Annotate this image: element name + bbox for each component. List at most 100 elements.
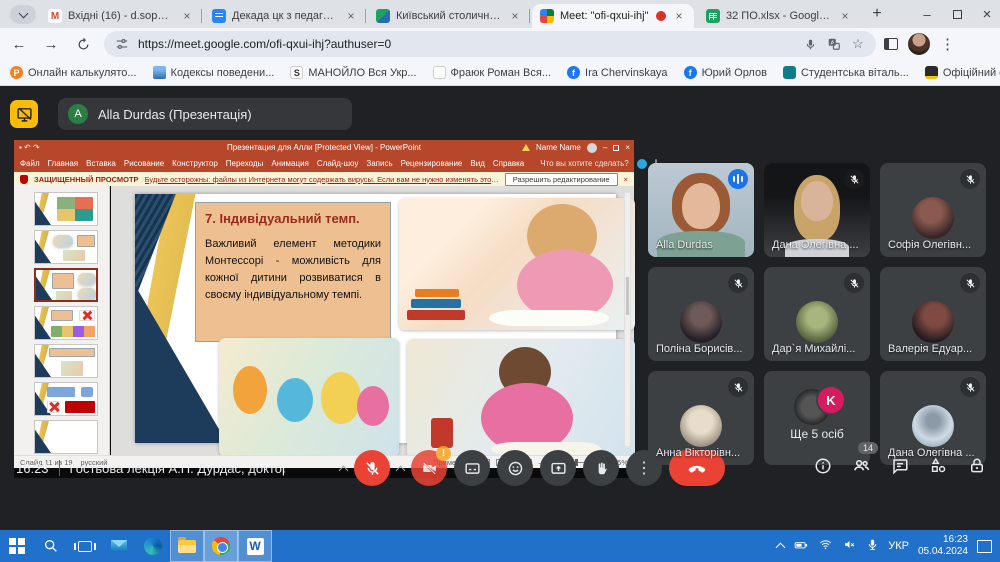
meet-main-area: A Alla Durdas (Презентація) ▪ ↶ ↷ Презен… [0,86,1000,530]
presenter-label: Alla Durdas (Презентація) [98,106,252,122]
participant-tile[interactable]: Дар`я Михайлі... [764,267,870,361]
participant-name: Софія Олегівн... [888,239,972,251]
bookmark-item[interactable]: Кодексы поведени... [152,66,274,79]
participant-tile[interactable]: Поліна Борисів... [648,267,754,361]
tab-search-button[interactable] [10,5,36,24]
participant-tile[interactable]: Софія Олегівн... [880,163,986,257]
new-tab-button[interactable]: + [862,0,892,28]
tab-close-button[interactable]: × [180,9,194,23]
bookmark-item[interactable]: Фраюк Роман Вся... [432,66,551,79]
presentation-warning-button[interactable] [10,100,38,128]
word-app-button[interactable]: W [238,530,272,562]
slide-thumbnail-selected: 11 [34,268,98,302]
ppt-maximize-icon [613,144,620,151]
meeting-info-button[interactable] [814,457,832,480]
browser-menu-button[interactable]: ⋮ [940,35,955,53]
forward-button[interactable]: → [38,31,64,57]
search-icon [45,540,57,552]
chrome-app-button[interactable] [204,530,238,562]
photo-detail [357,386,389,426]
tab-title: Київський столичний унів [396,10,502,22]
window-close-button[interactable]: × [972,0,1000,28]
participants-button[interactable]: 14 [852,442,879,480]
language-indicator[interactable]: УКР [888,540,909,552]
participant-tile[interactable]: Дана Олегівна ... [880,371,986,465]
action-center-icon[interactable] [977,539,992,553]
tab-gmail[interactable]: M Вхідні (16) - d.sopova@kub × [40,4,202,28]
captions-button[interactable] [454,450,490,486]
camera-toggle-button[interactable]: ! [411,446,451,486]
tab-separator [201,9,202,23]
reactions-button[interactable] [497,450,533,486]
current-slide: 7. Індивідуальний темп. Важливий елемент… [135,194,635,458]
reload-button[interactable] [70,31,96,57]
mic-options-chevron[interactable] [338,465,349,475]
profile-avatar[interactable] [908,33,930,55]
participant-tile[interactable]: Дана Олегівна ... [764,163,870,257]
activities-button[interactable] [929,456,948,480]
host-controls-button[interactable] [968,457,986,480]
ppt-close-icon: × [625,143,630,152]
window-maximize-button[interactable] [942,0,972,28]
participant-tile[interactable]: Валерія Едуар... [880,267,986,361]
photo-detail [411,299,461,308]
cam-options-chevron[interactable] [395,465,406,475]
chrome-icon [212,537,230,555]
camera-off-icon [422,461,436,475]
presenter-pill[interactable]: A Alla Durdas (Презентація) [58,98,352,130]
mic-off-icon [960,377,980,397]
battery-status-icon[interactable] [793,538,809,555]
participant-avatar [912,197,954,239]
bookmark-star-icon[interactable]: ☆ [850,36,866,52]
window-minimize-button[interactable]: – [912,0,942,28]
voice-search-icon[interactable] [802,36,818,52]
microphone-tray-icon[interactable] [866,538,879,554]
taskbar-clock[interactable]: 16:23 05.04.2024 [918,534,968,559]
ppt-menu-item: Анимация [271,159,309,168]
file-explorer-button[interactable] [170,530,204,562]
browser-tabstrip: M Вхідні (16) - d.sopova@kub × Декада цк… [0,0,1000,28]
chat-button[interactable] [891,457,909,480]
speaking-indicator-icon [728,169,748,189]
back-button[interactable]: ← [6,31,32,57]
participant-tile[interactable]: Анна Вікторівн... [648,371,754,465]
bookmark-item[interactable]: f Ira Chervinskaya [567,66,668,79]
maximize-icon [952,9,962,19]
side-panel-icon[interactable] [884,38,898,50]
bookmark-item[interactable]: Студентська віталь... [782,66,909,79]
bookmark-item[interactable]: Офіційний сайт Уп... [924,66,1000,79]
ppt-menu-item: Вставка [86,159,116,168]
address-bar[interactable]: https://meet.google.com/ofi-qxui-ihj?aut… [104,31,876,57]
tab-docs[interactable]: Декада цк з педагогічної о × [204,4,366,28]
ppt-account-name: Name Name [535,143,581,152]
edge-app-button[interactable] [136,530,170,562]
tab-sheets[interactable]: 32 ПО.xlsx - Google Таблиц × [698,4,860,28]
tab-close-button[interactable]: × [672,9,686,23]
screenshare-presentation: ▪ ↶ ↷ Презентация для Алли [Protected Vi… [14,140,657,478]
task-view-button[interactable] [68,530,102,562]
raise-hand-button[interactable] [583,450,619,486]
bookmark-item[interactable]: P Онлайн калькулято... [10,66,137,79]
volume-muted-icon[interactable] [842,538,857,554]
mail-app-button[interactable] [102,530,136,562]
tab-close-button[interactable]: × [838,9,852,23]
translate-icon[interactable]: A [826,36,842,52]
mic-toggle-button[interactable] [354,450,390,486]
wifi-icon[interactable] [818,538,833,554]
tab-university[interactable]: Київський столичний унів × [368,4,530,28]
ppt-menu-item: Рецензирование [400,159,463,168]
present-button[interactable] [540,450,576,486]
info-icon [815,458,831,473]
start-button[interactable] [0,530,34,562]
ppt-scrollbar [624,192,631,447]
taskbar-search-button[interactable] [34,530,68,562]
tab-close-button[interactable]: × [344,9,358,23]
tray-show-hidden-icons[interactable] [775,542,786,553]
tab-meet-active[interactable]: Meet: "ofi-qxui-ihj" × [532,4,694,28]
tab-close-button[interactable]: × [508,9,522,23]
bookmark-item[interactable]: f Юрий Орлов [683,66,767,79]
site-settings-icon[interactable] [114,36,130,52]
enable-editing-button: Разрешить редактирование [504,172,618,186]
participant-tile-alla[interactable]: Alla Durdas [648,163,754,257]
bookmark-item[interactable]: S МАНОЙЛО Вся Укр... [290,66,417,79]
